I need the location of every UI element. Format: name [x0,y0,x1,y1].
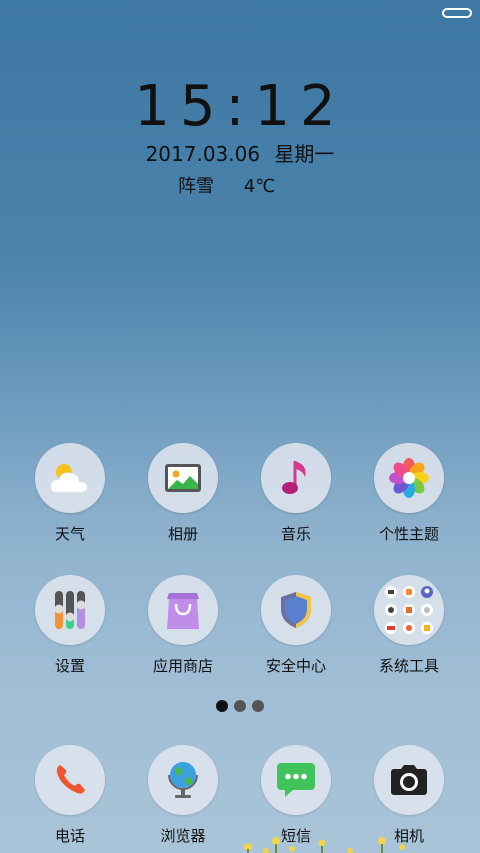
app-security[interactable]: 安全中心 [241,575,351,676]
folder-system-tools[interactable]: 系统工具 [354,575,464,676]
app-label: 安全中心 [265,657,326,675]
app-label: 音乐 [280,525,311,543]
system-tools-folder-icon [374,575,444,645]
app-themes[interactable]: 个性主题 [354,443,464,544]
app-label: 相册 [167,525,198,543]
battery-indicator [442,8,472,18]
app-weather[interactable]: 天气 [15,443,125,544]
gallery-icon [148,443,218,513]
app-music[interactable]: 音乐 [241,443,351,544]
app-label: 系统工具 [378,657,439,675]
page-indicator[interactable] [216,700,264,712]
temperature-text: 4℃ [243,176,276,197]
page-dot[interactable] [234,700,246,712]
app-settings[interactable]: 设置 [15,575,125,676]
weekday-text: 星期一 [274,142,335,166]
settings-icon [35,575,105,645]
app-label: 个性主题 [378,525,439,543]
clock-time[interactable]: 15:12 [0,72,480,142]
wallpaper-flowers [244,837,405,853]
app-store[interactable]: 应用商店 [128,575,238,676]
page-dot[interactable] [252,700,264,712]
music-icon [261,443,331,513]
browser-icon [148,745,218,815]
app-label: 应用商店 [152,657,213,675]
messages-icon [261,745,331,815]
weather-icon [35,443,105,513]
app-label: 设置 [54,657,85,675]
phone-icon [35,745,105,815]
weather-widget[interactable]: 阵雪 4℃ [178,172,275,198]
camera-icon [374,745,444,815]
app-label: 天气 [54,525,85,543]
weather-condition: 阵雪 [178,176,214,197]
app-gallery[interactable]: 相册 [128,443,238,544]
app-store-icon [148,575,218,645]
date-text: 2017.03.06 [145,142,261,166]
themes-icon [374,443,444,513]
page-dot-active[interactable] [216,700,228,712]
security-icon [261,575,331,645]
clock-date[interactable]: 2017.03.06 星期一 [0,138,480,167]
